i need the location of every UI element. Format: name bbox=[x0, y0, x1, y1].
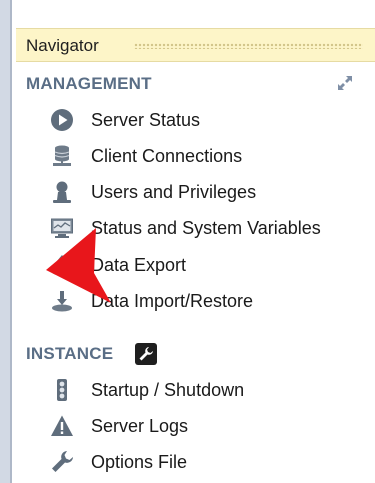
user-icon bbox=[50, 180, 74, 204]
nav-item-label: Startup / Shutdown bbox=[91, 379, 245, 400]
nav-item-label: Status and System Variables bbox=[91, 217, 321, 238]
nav-item-label: Server Logs bbox=[91, 415, 189, 436]
nav-item-client-connections[interactable]: Client Connections bbox=[50, 142, 242, 170]
warning-icon bbox=[50, 414, 74, 438]
nav-item-data-export[interactable]: Data Export bbox=[50, 251, 186, 279]
wrench-icon bbox=[50, 450, 74, 474]
play-circle-icon bbox=[50, 108, 74, 132]
nav-item-data-import[interactable]: Data Import/Restore bbox=[50, 287, 253, 315]
nav-item-label: Options File bbox=[91, 451, 188, 472]
nav-item-label: Users and Privileges bbox=[91, 181, 257, 202]
navigator-title: Navigator bbox=[26, 36, 101, 56]
nav-item-label: Data Import/Restore bbox=[91, 290, 254, 311]
section-management: MANAGEMENT bbox=[26, 74, 152, 93]
section-instance: INSTANCE bbox=[26, 344, 114, 363]
database-icon bbox=[50, 144, 74, 168]
panel-left-border bbox=[0, 0, 12, 483]
nav-item-label: Client Connections bbox=[91, 145, 243, 166]
nav-item-server-logs[interactable]: Server Logs bbox=[50, 412, 188, 440]
export-icon bbox=[50, 253, 74, 277]
header-grip bbox=[134, 43, 363, 49]
nav-item-label: Data Export bbox=[91, 254, 187, 275]
monitor-icon bbox=[50, 216, 74, 240]
nav-item-options-file[interactable]: Options File bbox=[50, 448, 187, 476]
nav-item-status-variables[interactable]: Status and System Variables bbox=[50, 214, 321, 242]
traffic-light-icon bbox=[50, 378, 74, 402]
nav-item-label: Server Status bbox=[91, 109, 201, 130]
nav-item-server-status[interactable]: Server Status bbox=[50, 106, 200, 134]
expand-icon[interactable] bbox=[336, 74, 354, 92]
import-icon bbox=[50, 289, 74, 313]
nav-item-users-privileges[interactable]: Users and Privileges bbox=[50, 178, 256, 206]
nav-item-startup-shutdown[interactable]: Startup / Shutdown bbox=[50, 376, 244, 404]
instance-wrench-icon bbox=[135, 343, 157, 365]
navigator-header: Navigator bbox=[16, 28, 375, 62]
